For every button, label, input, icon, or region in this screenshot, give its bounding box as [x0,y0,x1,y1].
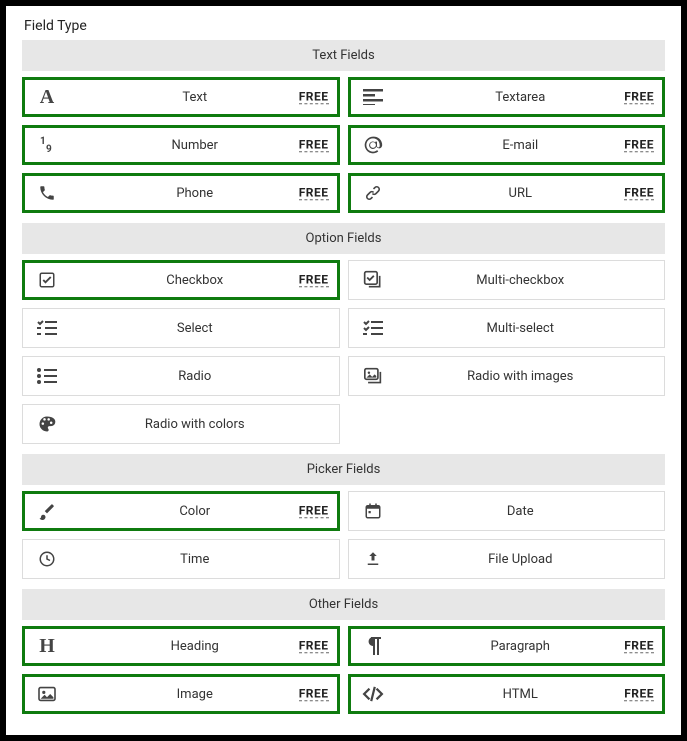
other-fields-grid: H Heading FREE Paragraph FREE Image FREE [22,626,665,714]
field-type-time[interactable]: Time [22,539,340,579]
select-icon [33,320,61,336]
section-header-other-fields: Other Fields [22,589,665,620]
field-label: Image [61,687,329,702]
option-fields-grid: Checkbox FREE Multi-checkbox Select [22,260,665,444]
field-label: HTML [387,687,655,702]
field-type-textarea[interactable]: Textarea FREE [348,77,666,117]
multi-checkbox-icon [359,270,387,290]
field-label: Number [61,138,329,153]
svg-text:1: 1 [40,136,46,147]
paragraph-icon [359,637,387,655]
field-type-email[interactable]: E-mail FREE [348,125,666,165]
multi-select-icon [359,320,387,336]
images-icon [359,367,387,385]
svg-text:9: 9 [46,144,52,154]
section-header-picker-fields: Picker Fields [22,454,665,485]
picker-fields-grid: Color FREE Date Time File Upload [22,491,665,579]
field-label: Radio with colors [61,417,329,432]
field-label: Heading [61,639,329,654]
phone-icon [33,184,61,202]
free-badge: FREE [299,503,329,518]
field-label: Radio with images [387,369,655,384]
field-label: Checkbox [61,273,329,288]
palette-icon [33,414,61,434]
field-type-color[interactable]: Color FREE [22,491,340,531]
field-type-heading[interactable]: H Heading FREE [22,626,340,666]
link-icon [359,183,387,203]
field-type-image[interactable]: Image FREE [22,674,340,714]
field-label: Phone [61,186,329,201]
section-header-text-fields: Text Fields [22,40,665,71]
code-icon [359,686,387,702]
field-label: Date [387,504,655,519]
field-type-number[interactable]: 19 Number FREE [22,125,340,165]
field-type-radio[interactable]: Radio [22,356,340,396]
section-header-option-fields: Option Fields [22,223,665,254]
field-type-paragraph[interactable]: Paragraph FREE [348,626,666,666]
field-label: Multi-select [387,321,655,336]
free-badge: FREE [624,185,654,200]
field-type-radio-images[interactable]: Radio with images [348,356,666,396]
calendar-icon [359,502,387,520]
free-badge: FREE [299,89,329,104]
field-label: Paragraph [387,639,655,654]
field-label: E-mail [387,138,655,153]
field-type-url[interactable]: URL FREE [348,173,666,213]
text-fields-grid: A Text FREE Textarea FREE 19 Number FREE [22,77,665,213]
field-type-radio-colors[interactable]: Radio with colors [22,404,340,444]
free-badge: FREE [299,686,329,701]
field-label: File Upload [387,552,655,567]
free-badge: FREE [624,638,654,653]
free-badge: FREE [299,638,329,653]
free-badge: FREE [299,272,329,287]
field-label: URL [387,186,655,201]
field-label: Color [61,504,329,519]
field-type-multicheckbox[interactable]: Multi-checkbox [348,260,666,300]
font-icon: A [33,87,61,107]
field-type-multiselect[interactable]: Multi-select [348,308,666,348]
at-icon [359,135,387,155]
free-badge: FREE [299,185,329,200]
numbers-icon: 19 [33,136,61,154]
image-icon [33,686,61,702]
field-type-phone[interactable]: Phone FREE [22,173,340,213]
free-badge: FREE [624,686,654,701]
field-label: Radio [61,369,329,384]
brush-icon [33,502,61,520]
field-type-date[interactable]: Date [348,491,666,531]
free-badge: FREE [299,137,329,152]
free-badge: FREE [624,137,654,152]
heading-icon: H [33,636,61,656]
list-bullets-icon [33,368,61,384]
field-label: Time [61,552,329,567]
upload-icon [359,550,387,568]
checkbox-icon [33,271,61,289]
field-type-file-upload[interactable]: File Upload [348,539,666,579]
align-left-icon [359,89,387,105]
field-label: Multi-checkbox [387,273,655,288]
field-type-select[interactable]: Select [22,308,340,348]
field-label: Select [61,321,329,336]
field-type-checkbox[interactable]: Checkbox FREE [22,260,340,300]
field-label: Textarea [387,90,655,105]
field-type-panel: Field Type Text Fields A Text FREE Texta… [22,18,665,714]
field-type-html[interactable]: HTML FREE [348,674,666,714]
free-badge: FREE [624,89,654,104]
panel-title: Field Type [22,18,665,34]
field-type-text[interactable]: A Text FREE [22,77,340,117]
field-label: Text [61,90,329,105]
clock-icon [33,550,61,568]
